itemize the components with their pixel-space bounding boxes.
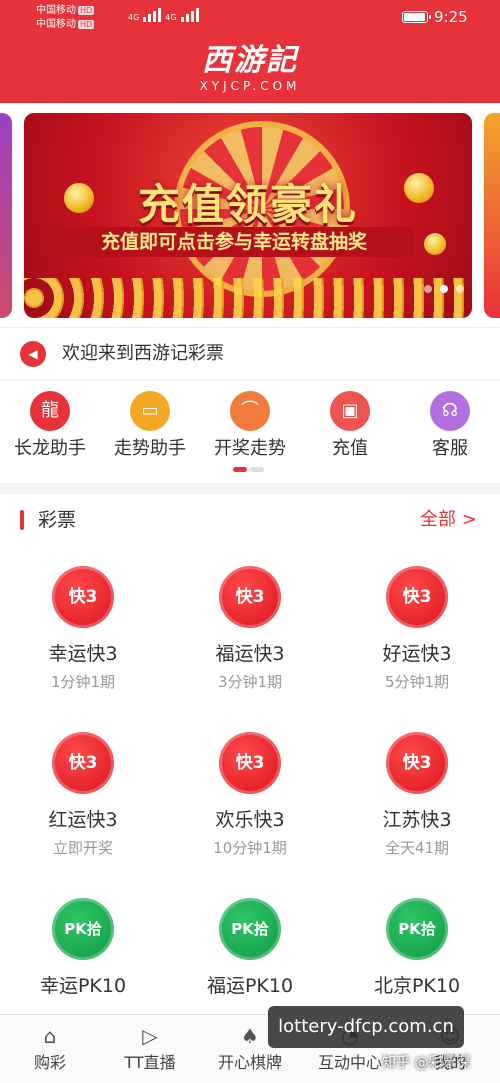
quick-action-0[interactable]: 龍长龙助手 [0, 391, 100, 461]
lottery-game-name: 幸运PK10 [39, 975, 127, 997]
section-title: 彩票 [38, 509, 77, 531]
notice-bar[interactable]: ◀ 欢迎来到西游记彩票 [0, 327, 500, 379]
lottery-game-4[interactable]: 快3 欢乐快3 10分钟1期 [167, 732, 333, 897]
lottery-game-0[interactable]: 快3 幸运快3 1分钟1期 [0, 566, 166, 731]
lottery-game-1[interactable]: 快3 福运快3 3分钟1期 [167, 566, 333, 731]
banner-slide[interactable]: 充值领豪礼 充值即可点击参与幸运转盘抽奖 [24, 113, 472, 318]
quick-action-4[interactable]: ☊ 客服 [400, 391, 500, 461]
tab-label: TT直播 [124, 1053, 176, 1072]
banner-subtitle: 充值即可点击参与幸运转盘抽奖 [54, 227, 414, 257]
tv-chart-icon: ▭ [130, 391, 170, 431]
quick-action-label: 长龙助手 [14, 438, 86, 459]
lottery-game-name: 北京PK10 [373, 975, 461, 997]
kuai3-icon: 快3 [219, 732, 281, 794]
kuai3-icon: 快3 [219, 566, 281, 628]
carrier-1: 中国移动 HD [36, 4, 95, 17]
carrier-2: 中国移动 HD [36, 18, 95, 31]
banner-carousel[interactable]: 充值领豪礼 充值即可点击参与幸运转盘抽奖 [0, 103, 500, 327]
lottery-game-schedule: 5分钟1期 [384, 673, 450, 691]
lottery-game-5[interactable]: 快3 江苏快3 全天41期 [334, 732, 500, 897]
hd-badge-2: HD [78, 20, 95, 29]
coin-graphic [424, 233, 446, 255]
lottery-game-name: 福运快3 [215, 643, 285, 665]
kuai3-icon: 快3 [386, 566, 448, 628]
quick-action-3[interactable]: ▣ 充值 [300, 391, 400, 461]
hd-badge-1: HD [78, 6, 95, 15]
tab-0[interactable]: ⌂ 购彩 [0, 1021, 100, 1075]
lottery-game-3[interactable]: 快3 红运快3 立即开奖 [0, 732, 166, 897]
headset-icon: ☊ [430, 391, 470, 431]
logo-domain: XYJCP.COM [199, 79, 301, 93]
network-type-2: 4G [165, 13, 177, 22]
kuai3-icon: 快3 [52, 732, 114, 794]
quick-action-label: 客服 [432, 438, 468, 459]
lottery-game-schedule: 10分钟1期 [213, 839, 287, 857]
lottery-section: 彩票 全部 > 快3 幸运快3 1分钟1期 快3 福运快3 3分钟1期 快3 好运快3 5分钟1… [0, 494, 500, 1014]
wallet-icon: ▣ [330, 391, 370, 431]
tab-label: 购彩 [33, 1053, 66, 1072]
home-icon: ⌂ [43, 1024, 57, 1048]
cards-icon: ♠ [241, 1024, 259, 1048]
logo-chinese: 西游記 [202, 43, 298, 78]
carrier-1-name: 中国移动 [36, 5, 76, 16]
lottery-game-name: 红运快3 [48, 809, 118, 831]
trend-chart-icon: ⌒ [230, 391, 270, 431]
clock: 9:25 [434, 8, 468, 26]
banner-dot [440, 285, 448, 293]
banner-next-peek[interactable] [484, 113, 500, 318]
quick-action-1[interactable]: ▭ 走势助手 [100, 391, 200, 461]
pk10-icon: PK拾 [386, 898, 448, 960]
quick-action-label: 走势助手 [114, 438, 186, 459]
section-accent-bar [20, 510, 24, 530]
quick-action-label: 开奖走势 [214, 438, 286, 459]
lottery-game-2[interactable]: 快3 好运快3 5分钟1期 [334, 566, 500, 731]
kuai3-icon: 快3 [386, 732, 448, 794]
network-type-1: 4G [128, 13, 140, 22]
quick-action-label: 充值 [332, 438, 368, 459]
battery-icon [402, 11, 431, 23]
dragon-icon: 龍 [30, 391, 70, 431]
banner-title: 充值领豪礼 [137, 180, 358, 229]
url-watermark: lottery-dfcp.com.cn [268, 1006, 464, 1048]
battery-fill [404, 13, 425, 21]
lottery-game-name: 好运快3 [382, 643, 452, 665]
notice-text: 欢迎来到西游记彩票 [62, 343, 224, 364]
banner-prev-peek[interactable] [0, 113, 12, 318]
app-logo: 西游記 XYJCP.COM [150, 44, 350, 100]
lottery-game-schedule: 3分钟1期 [217, 673, 283, 691]
lottery-game-name: 江苏快3 [382, 809, 452, 831]
lottery-game-schedule: 全天41期 [384, 839, 450, 857]
app-header: 中国移动 HD 中国移动 HD 4G 4G 9:25 西游記 XYJCP.COM [0, 0, 500, 103]
tab-label: 开心棋牌 [217, 1053, 282, 1072]
signal-icon: 4G 4G [128, 8, 199, 22]
carrier-2-name: 中国移动 [36, 19, 76, 30]
speaker-icon: ◀ [20, 341, 46, 367]
banner-dot [456, 285, 464, 293]
pk10-icon: PK拾 [219, 898, 281, 960]
quick-actions-pager [233, 467, 264, 472]
quick-action-2[interactable]: ⌒ 开奖走势 [200, 391, 300, 461]
banner-dot [424, 285, 432, 293]
lottery-game-schedule: 1分钟1期 [50, 673, 116, 691]
view-all-link[interactable]: 全部 > [420, 506, 477, 534]
tab-1[interactable]: ▷ TT直播 [100, 1021, 200, 1075]
lottery-game-name: 欢乐快3 [215, 809, 285, 831]
source-watermark: 知乎 @彩票深 [382, 1055, 471, 1071]
banner-pager [424, 285, 464, 293]
coin-pile-graphic [24, 278, 472, 318]
lottery-game-name: 福运PK10 [206, 975, 294, 997]
kuai3-icon: 快3 [52, 566, 114, 628]
pk10-icon: PK拾 [52, 898, 114, 960]
status-bar: 中国移动 HD 中国移动 HD 4G 4G 9:25 [0, 0, 500, 36]
quick-actions: 龍长龙助手 ▭ 走势助手 ⌒ 开奖走势 ▣ 充值 ☊ 客服 [0, 381, 500, 483]
lottery-game-schedule: 立即开奖 [52, 839, 113, 857]
play-icon: ▷ [142, 1024, 158, 1048]
lottery-game-name: 幸运快3 [48, 643, 118, 665]
